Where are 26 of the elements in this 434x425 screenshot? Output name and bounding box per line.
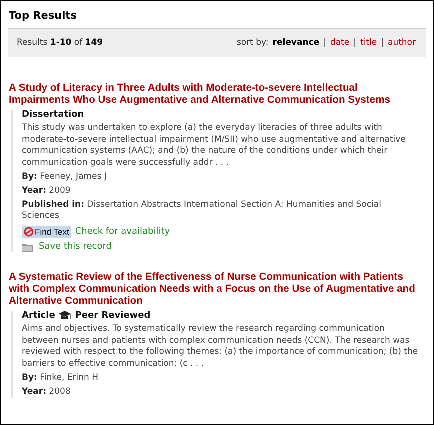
record-field: Published in: Dissertation Abstracts International Section A: Humanities and Social Sciences (22, 200, 419, 222)
result-type: Article (22, 311, 56, 321)
sort-option[interactable]: date (330, 38, 350, 48)
folder-icon (22, 242, 33, 252)
abstract-text: Aims and objectives. To systematically review the research regarding communication between nurses and patients with complex communication needs (CCN). The research was reviewed with respect to the following themes: (a) the importance of communication; (b) the barriers to effective communication; (c . . . (22, 324, 419, 370)
abstract-text: This study was undertaken to explore (a) the everyday literacies of three adults with moderate-to-severe intellectual impairment (M/SII) who use augmentative and alternative communication systems (AAC); and (b) the nature of the conditions under which their communication goals were successfully addr . . . (22, 123, 407, 169)
peer-reviewed-label: Peer Reviewed (75, 311, 151, 321)
results-count: Results 1-10 of 149 (17, 38, 104, 48)
separator: | (324, 38, 326, 48)
result-title-link[interactable]: A Systematic Review of the Effectiveness of Nurse Communication with Patients with Complex Communication Needs with a Focus on the Use of Augmentative and Alternative Communication (9, 272, 419, 308)
find-text-button[interactable]: Find Text (22, 226, 72, 238)
sort-option[interactable]: title (360, 38, 378, 48)
save-record-link[interactable]: Save this record (39, 242, 112, 252)
availability-link[interactable]: Check for availability (75, 227, 170, 237)
record-field: By: Finke, Erinn H (22, 373, 419, 384)
separator: | (354, 38, 356, 48)
record-field: Year: 2009 (22, 186, 419, 197)
section-heading: Top Results (8, 9, 78, 24)
separator: | (381, 38, 384, 48)
sort-label: sort by: (236, 38, 269, 48)
result-title-link[interactable]: A Study of Literacy in Three Adults with Moderate-to-severe Intellectual Impairments Who Use Augmentative and Alternative Communication Systems (9, 83, 419, 107)
record-field: By: Feeney, James J (22, 172, 419, 183)
sort-option[interactable]: relevance (272, 38, 320, 48)
record-field: Year: 2008 (22, 387, 419, 398)
sort-option[interactable]: author (388, 38, 416, 48)
result-type: Dissertation (22, 110, 84, 120)
